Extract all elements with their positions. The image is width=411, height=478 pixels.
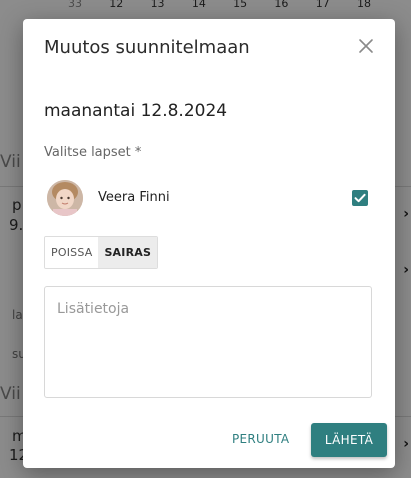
selected-date: maanantai 12.8.2024 [44, 101, 228, 121]
absence-type-toggle: POISSA SAIRAS [44, 236, 159, 269]
child-row[interactable]: Veera Finni [44, 177, 374, 221]
check-icon [354, 193, 366, 203]
children-label: Valitse lapset * [44, 145, 142, 160]
child-name: Veera Finni [98, 190, 170, 205]
send-button[interactable]: LÄHETÄ [311, 423, 387, 457]
close-icon [359, 39, 373, 53]
child-photo [47, 180, 83, 216]
toggle-option-sairas[interactable]: SAIRAS [98, 237, 158, 268]
plan-change-dialog: Muutos suunnitelmaan maanantai 12.8.2024… [23, 19, 395, 468]
additional-info-input[interactable] [44, 286, 372, 398]
avatar [47, 180, 83, 216]
child-checkbox[interactable] [352, 190, 368, 206]
toggle-option-poissa[interactable]: POISSA [45, 237, 99, 268]
dialog-title: Muutos suunnitelmaan [44, 37, 250, 58]
close-button[interactable] [357, 37, 375, 55]
cancel-button[interactable]: PERUUTA [232, 432, 289, 446]
